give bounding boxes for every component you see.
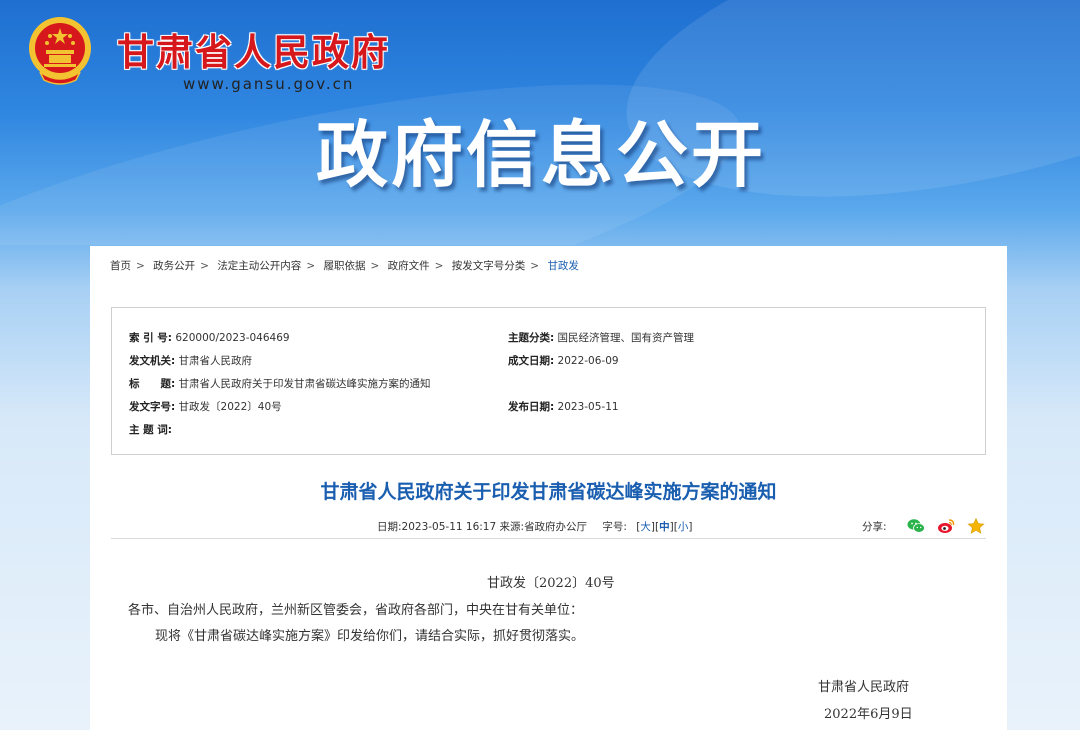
meta-title: 标 题: 甘肃省人民政府关于印发甘肃省碳达峰实施方案的通知 <box>129 376 431 391</box>
meta-written-date: 成文日期: 2022-06-09 <box>508 353 619 368</box>
meta-label: 成文日期: <box>508 355 555 367</box>
font-size-medium-button[interactable]: 中 <box>659 521 670 533</box>
meta-value: 2022-06-09 <box>557 355 619 367</box>
wechat-icon[interactable] <box>907 518 925 534</box>
bracket: ] <box>688 521 693 533</box>
breadcrumb-separator: > <box>370 260 380 272</box>
meta-label: 主 题 词: <box>129 424 173 436</box>
breadcrumb-basis[interactable]: 履职依据 <box>323 260 365 272</box>
meta-label: 索 引 号: <box>129 332 173 344</box>
meta-label: 主题分类: <box>508 332 555 344</box>
signature-date: 2022年6月9日 <box>824 707 913 722</box>
document-metadata-box: 索 引 号: 620000/2023-046469 主题分类: 国民经济管理、国… <box>111 307 986 455</box>
meta-value: 甘肃省人民政府 <box>178 355 253 367</box>
meta-label: 发文机关: <box>129 355 176 367</box>
font-size-small-button[interactable]: 小 <box>678 521 689 533</box>
source-value: 省政府办公厅 <box>524 521 588 533</box>
date-value: 2023-05-11 16:17 <box>401 521 497 533</box>
meta-label: 发布日期: <box>508 401 555 413</box>
breadcrumb-by-doc-number[interactable]: 按发文字号分类 <box>452 260 526 272</box>
meta-issuer: 发文机关: 甘肃省人民政府 <box>129 353 252 368</box>
site-header: 甘肃省人民政府 www.gansu.gov.cn 政府信息公开 <box>0 0 1080 245</box>
source-label: 来源: <box>499 521 525 533</box>
meta-value: 620000/2023-046469 <box>175 332 290 344</box>
meta-label: 标 题: <box>129 378 176 390</box>
body-paragraph: 现将《甘肃省碳达峰实施方案》印发给你们，请结合实际，抓好贯彻落实。 <box>155 629 585 644</box>
breadcrumb-separator: > <box>530 260 540 272</box>
meta-index: 索 引 号: 620000/2023-046469 <box>129 330 290 345</box>
font-size-large-button[interactable]: 大 <box>640 521 651 533</box>
article-title: 甘肃省人民政府关于印发甘肃省碳达峰实施方案的通知 <box>320 481 777 503</box>
site-url[interactable]: www.gansu.gov.cn <box>183 75 354 93</box>
meta-value: 2023-05-11 <box>557 401 619 413</box>
breadcrumb-separator: > <box>200 260 209 272</box>
breadcrumb-separator: > <box>434 260 444 272</box>
breadcrumb-statutory-content[interactable]: 法定主动公开内容 <box>217 260 301 272</box>
article-info-bar: 日期:2023-05-11 16:17 来源:省政府办公厅 字号: [大][中]… <box>377 519 692 534</box>
meta-value: 国民经济管理、国有资产管理 <box>557 332 695 344</box>
font-size-label: 字号: <box>602 521 627 533</box>
meta-topic: 主题分类: 国民经济管理、国有资产管理 <box>508 330 694 345</box>
meta-value: 甘政发〔2022〕40号 <box>178 401 282 413</box>
breadcrumb-gov-documents[interactable]: 政府文件 <box>388 260 430 272</box>
recipients-line: 各市、自治州人民政府，兰州新区管委会，省政府各部门，中央在甘有关单位： <box>128 603 584 618</box>
info-divider <box>111 538 986 539</box>
weibo-icon[interactable] <box>937 518 955 534</box>
share-label: 分享: <box>862 521 887 533</box>
breadcrumb-separator: > <box>136 260 145 272</box>
document-number: 甘政发〔2022〕40号 <box>487 576 615 591</box>
meta-value: 甘肃省人民政府关于印发甘肃省碳达峰实施方案的通知 <box>178 378 431 390</box>
meta-publish-date: 发布日期: 2023-05-11 <box>508 399 619 414</box>
breadcrumb-separator: > <box>306 260 316 272</box>
breadcrumb-current[interactable]: 甘政发 <box>547 260 579 272</box>
favorite-star-icon[interactable] <box>967 518 985 534</box>
meta-label: 发文字号: <box>129 401 176 413</box>
signature: 甘肃省人民政府 <box>818 680 910 695</box>
content-panel: 首页 > 政务公开 > 法定主动公开内容 > 履职依据 > 政府文件 > 按发文字号分类 >… <box>90 246 1007 730</box>
national-emblem-icon[interactable] <box>26 14 94 86</box>
breadcrumb: 首页 > 政务公开 > 法定主动公开内容 > 履职依据 > 政府文件 > 按发文字号分类 >… <box>110 258 579 273</box>
date-label: 日期: <box>377 521 402 533</box>
meta-keywords: 主 题 词: <box>129 422 172 437</box>
site-title[interactable]: 甘肃省人民政府 <box>117 22 390 76</box>
breadcrumb-gov-affairs[interactable]: 政务公开 <box>153 260 195 272</box>
breadcrumb-home[interactable]: 首页 <box>110 260 131 272</box>
banner-title: 政府信息公开 <box>316 113 767 197</box>
meta-doc-number: 发文字号: 甘政发〔2022〕40号 <box>129 399 282 414</box>
